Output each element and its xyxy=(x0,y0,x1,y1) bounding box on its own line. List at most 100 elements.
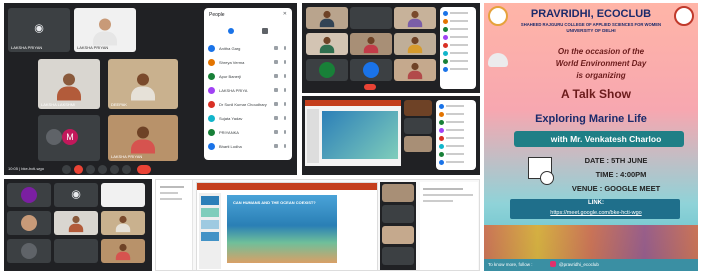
people-panel xyxy=(440,7,476,89)
people-list-item[interactable]: Apur Banerji xyxy=(208,72,288,81)
more-icon[interactable] xyxy=(284,130,286,134)
avatar xyxy=(443,59,448,64)
leave-call-button[interactable] xyxy=(137,165,151,174)
participant-tile xyxy=(101,211,145,235)
shared-screen xyxy=(305,100,401,166)
participant-name: LAKSHA PRIYAN xyxy=(11,45,43,50)
camera-off-icon: ◉ xyxy=(71,188,81,201)
powerpoint-window: CAN HUMANS AND THE OCEAN COEXIST? xyxy=(196,182,378,270)
poster-link[interactable]: https://meet.google.com/bke-hcti-wgo xyxy=(484,210,698,216)
meeting-details-panel xyxy=(420,182,478,270)
captions-button[interactable] xyxy=(86,165,95,174)
coral-illustration xyxy=(484,225,698,259)
list-item-line xyxy=(450,44,468,46)
participant-tile xyxy=(394,7,436,29)
participant-tile xyxy=(54,211,98,235)
poster-time: TIME : 4:00PM xyxy=(595,170,647,179)
camera-button[interactable] xyxy=(74,165,83,174)
avatar xyxy=(21,215,37,231)
more-icon[interactable] xyxy=(284,60,286,64)
present-button[interactable] xyxy=(98,165,107,174)
avatar xyxy=(208,45,215,52)
avatar xyxy=(208,115,215,122)
video-strip xyxy=(380,182,416,270)
participant-name: Dr Sunil Kumar Choudhary xyxy=(219,102,267,107)
presentation-screenshot: CAN HUMANS AND THE OCEAN COEXIST? xyxy=(155,179,480,271)
people-list-item[interactable]: Dr Sunil Kumar Choudhary xyxy=(208,100,288,109)
mic-icon xyxy=(274,144,278,148)
more-icon[interactable] xyxy=(284,116,286,120)
participant-tile xyxy=(101,239,145,263)
participant-tile xyxy=(394,59,436,81)
list-item-line xyxy=(450,20,468,22)
list-item-line xyxy=(446,145,464,147)
participant-tile: DEEPAK xyxy=(108,59,178,109)
mic-button[interactable] xyxy=(62,165,71,174)
avatar xyxy=(319,62,335,78)
poster-speaker: with Mr. Venkatesh Charloo xyxy=(550,134,662,144)
meet-screenshot-bottom: ◉ xyxy=(4,179,152,271)
people-list-item[interactable]: LAKSHA PRIYA xyxy=(208,86,288,95)
close-icon[interactable]: ✕ xyxy=(283,11,287,17)
participant-name: Sujata Yadav xyxy=(219,116,243,121)
avatar xyxy=(439,120,444,125)
poster-occasion-line-3: is organizing xyxy=(576,71,626,80)
meeting-info: 10:05 | bke-hcti-wgo xyxy=(8,166,44,171)
people-list-item[interactable]: Anitha Garg xyxy=(208,44,288,53)
avatar xyxy=(439,152,444,157)
mic-icon xyxy=(274,130,278,134)
participant-name: PRIYANKA xyxy=(219,130,239,135)
participant-tile xyxy=(7,239,51,263)
avatar xyxy=(443,43,448,48)
slide-heading: CAN HUMANS AND THE OCEAN COEXIST? xyxy=(233,200,316,205)
list-item-line xyxy=(450,68,468,70)
avatar xyxy=(208,129,215,136)
more-icon[interactable] xyxy=(284,74,286,78)
people-list-item[interactable]: PRIYANKA xyxy=(208,128,288,137)
participant-name: Anitha Garg xyxy=(219,46,241,51)
poster-college: SHAHEED RAJGURU COLLEGE OF APPLIED SCIEN… xyxy=(520,22,662,27)
poster-event: A Talk Show xyxy=(560,87,631,101)
avatar xyxy=(46,129,62,145)
list-item-line xyxy=(450,52,468,54)
people-panel: People ✕ Anitha Garg Shreya Verma Apur Ban… xyxy=(204,8,292,160)
avatar xyxy=(208,143,215,150)
more-icon[interactable] xyxy=(284,46,286,50)
people-list-item[interactable]: Bharti Lodha xyxy=(208,142,288,151)
avatar xyxy=(363,62,379,78)
poster-footer-text: To know more, follow : xyxy=(488,262,533,267)
participant-tile: ◉ xyxy=(54,183,98,207)
more-icon[interactable] xyxy=(284,102,286,106)
meet-screenshot-grid xyxy=(302,3,480,93)
instagram-icon xyxy=(550,261,556,267)
more-options-button[interactable] xyxy=(110,165,119,174)
list-item-line xyxy=(450,60,468,62)
avatar xyxy=(208,59,215,66)
mic-icon xyxy=(274,116,278,120)
more-icon[interactable] xyxy=(284,88,286,92)
list-item-line xyxy=(450,28,468,30)
avatar xyxy=(439,112,444,117)
more-icon[interactable] xyxy=(284,144,286,148)
participant-tile xyxy=(394,33,436,55)
avatar xyxy=(443,35,448,40)
participant-name: Apur Banerji xyxy=(219,74,242,79)
participant-tile xyxy=(306,59,348,81)
jellyfish-illustration xyxy=(488,53,508,67)
slide-thumbnails xyxy=(307,109,319,163)
poster-occasion-line-2: World Environment Day xyxy=(555,59,647,68)
meet-screenshot-presentation xyxy=(302,96,480,175)
mic-icon xyxy=(274,46,278,50)
leave-call-button[interactable] xyxy=(364,84,376,90)
add-people-icon[interactable] xyxy=(228,28,234,34)
participant-tile: M xyxy=(38,115,100,161)
people-list-item[interactable]: Shreya Verma xyxy=(208,58,288,67)
people-panel-title: People xyxy=(209,12,225,18)
avatar xyxy=(208,101,215,108)
avatar xyxy=(439,104,444,109)
avatar xyxy=(439,128,444,133)
copy-link-icon[interactable] xyxy=(262,28,268,34)
poster-topic: Exploring Marine Life xyxy=(535,113,647,125)
people-list-item[interactable]: Sujata Yadav xyxy=(208,114,288,123)
raise-hand-button[interactable] xyxy=(122,165,131,174)
